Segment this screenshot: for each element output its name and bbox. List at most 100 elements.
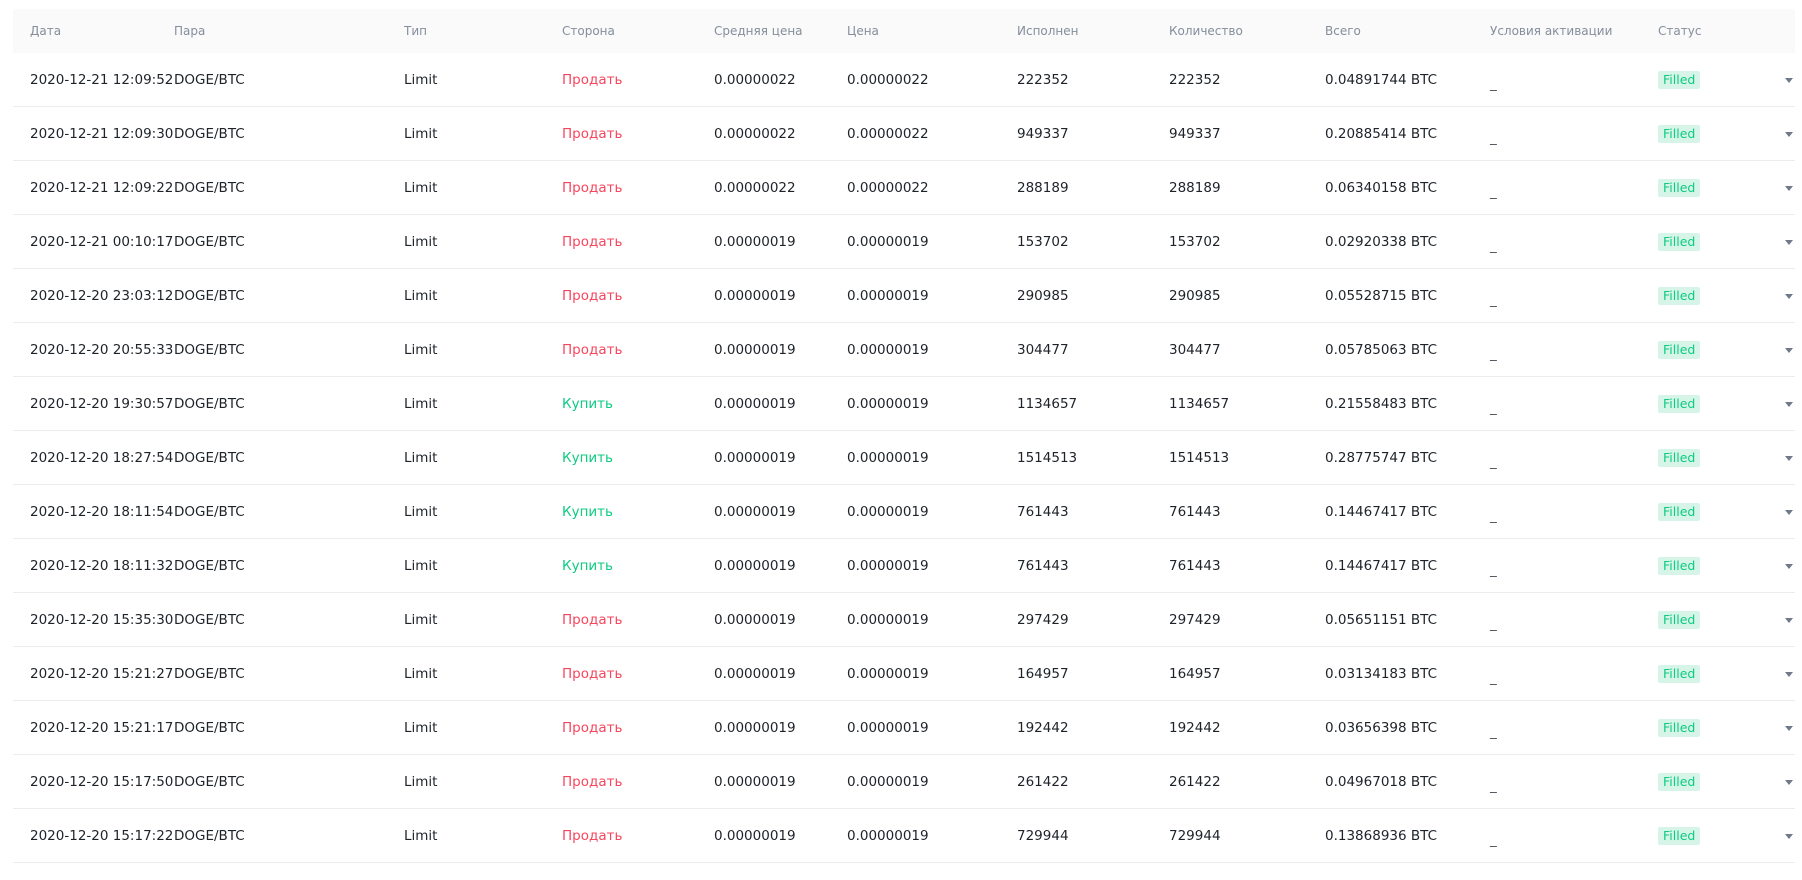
status-badge: Filled [1658,502,1701,521]
cell-amount: 288189 [1169,179,1221,196]
chevron-down-icon[interactable] [1785,456,1793,461]
cell-amount: 761443 [1169,503,1221,520]
cell-status: Filled [1658,448,1738,467]
table-row[interactable]: 2020-12-20 15:21:27 DOGE/BTC Limit Продать 0… [13,647,1795,701]
cell-total: 0.05528715 BTC [1325,287,1438,304]
chevron-down-icon[interactable] [1785,834,1793,839]
table-row[interactable]: 2020-12-21 12:09:22 DOGE/BTC Limit Продать 0… [13,161,1795,215]
cell-amount: 222352 [1169,71,1221,88]
table-row[interactable]: 2020-12-20 15:17:50 DOGE/BTC Limit Продать 0… [13,755,1795,809]
cell-expand [1738,400,1795,407]
cell-amount: 261422 [1169,773,1221,790]
cell-trigger-conditions: _ [1490,450,1658,470]
chevron-down-icon[interactable] [1785,132,1793,137]
cell-avg-price: 0.00000019 [714,665,796,682]
cell-date: 2020-12-20 20:55:33 [30,341,174,358]
table-row[interactable]: 2020-12-20 15:21:17 DOGE/BTC Limit Продать 0… [13,701,1795,755]
cell-trigger-conditions: _ [1490,72,1658,92]
cell-avg-price: 0.00000019 [714,233,796,250]
cell-status: Filled [1658,232,1738,251]
cell-avg-price: 0.00000019 [714,287,796,304]
table-row[interactable]: 2020-12-20 23:03:12 DOGE/BTC Limit Продать 0… [13,269,1795,323]
cell-side: Купить [562,449,613,466]
table-row[interactable]: 2020-12-21 00:10:17 DOGE/BTC Limit Продать 0… [13,215,1795,269]
header-date[interactable]: Дата [13,24,174,38]
table-row[interactable]: 2020-12-21 12:09:52 DOGE/BTC Limit Продать 0… [13,53,1795,107]
cell-price: 0.00000019 [847,773,929,790]
cell-total: 0.14467417 BTC [1325,557,1438,574]
cell-amount: 192442 [1169,719,1221,736]
chevron-down-icon[interactable] [1785,348,1793,353]
cell-amount: 304477 [1169,341,1221,358]
status-badge: Filled [1658,556,1701,575]
cell-total: 0.05785063 BTC [1325,341,1438,358]
status-badge: Filled [1658,718,1701,737]
cell-type: Limit [404,341,438,358]
cell-price: 0.00000019 [847,449,929,466]
cell-date: 2020-12-20 18:11:32 [30,557,174,574]
cell-status: Filled [1658,664,1738,683]
cell-expand [1738,130,1795,137]
chevron-down-icon[interactable] [1785,672,1793,677]
cell-price: 0.00000019 [847,233,929,250]
cell-side: Продать [562,71,623,88]
cell-side: Продать [562,233,623,250]
cell-pair: DOGE/BTC [174,557,245,574]
cell-avg-price: 0.00000019 [714,557,796,574]
cell-price: 0.00000019 [847,827,929,844]
cell-filled: 297429 [1017,611,1069,628]
chevron-down-icon[interactable] [1785,186,1793,191]
chevron-down-icon[interactable] [1785,510,1793,515]
chevron-down-icon[interactable] [1785,726,1793,731]
cell-price: 0.00000022 [847,71,929,88]
trigger-value: _ [1490,615,1497,632]
cell-avg-price: 0.00000019 [714,449,796,466]
cell-status: Filled [1658,502,1738,521]
cell-avg-price: 0.00000019 [714,395,796,412]
cell-avg-price: 0.00000022 [714,179,796,196]
cell-avg-price: 0.00000019 [714,503,796,520]
cell-status: Filled [1658,286,1738,305]
chevron-down-icon[interactable] [1785,294,1793,299]
cell-total: 0.06340158 BTC [1325,179,1438,196]
cell-type: Limit [404,773,438,790]
cell-trigger-conditions: _ [1490,342,1658,362]
cell-pair: DOGE/BTC [174,179,245,196]
table-row[interactable]: 2020-12-20 19:30:57 DOGE/BTC Limit Купить 0.… [13,377,1795,431]
table-row[interactable]: 2020-12-20 15:17:22 DOGE/BTC Limit Продать 0… [13,809,1795,863]
table-row[interactable]: 2020-12-20 18:27:54 DOGE/BTC Limit Купить 0.… [13,431,1795,485]
cell-filled: 761443 [1017,557,1069,574]
cell-total: 0.05651151 BTC [1325,611,1438,628]
cell-type: Limit [404,125,438,142]
status-badge: Filled [1658,826,1701,845]
cell-amount: 153702 [1169,233,1221,250]
chevron-down-icon[interactable] [1785,564,1793,569]
cell-side: Продать [562,665,623,682]
cell-type: Limit [404,557,438,574]
chevron-down-icon[interactable] [1785,402,1793,407]
table-row[interactable]: 2020-12-21 12:09:30 DOGE/BTC Limit Продать 0… [13,107,1795,161]
cell-pair: DOGE/BTC [174,611,245,628]
status-badge: Filled [1658,772,1701,791]
chevron-down-icon[interactable] [1785,240,1793,245]
table-row[interactable]: 2020-12-20 15:35:30 DOGE/BTC Limit Продать 0… [13,593,1795,647]
cell-status: Filled [1658,178,1738,197]
cell-status: Filled [1658,70,1738,89]
chevron-down-icon[interactable] [1785,78,1793,83]
trigger-value: _ [1490,723,1497,740]
table-row[interactable]: 2020-12-20 20:55:33 DOGE/BTC Limit Продать 0… [13,323,1795,377]
chevron-down-icon[interactable] [1785,780,1793,785]
table-row[interactable]: 2020-12-20 18:11:54 DOGE/BTC Limit Купить 0.… [13,485,1795,539]
status-badge: Filled [1658,124,1701,143]
table-row[interactable]: 2020-12-20 18:11:32 DOGE/BTC Limit Купить 0.… [13,539,1795,593]
trigger-value: _ [1490,183,1497,200]
cell-avg-price: 0.00000022 [714,71,796,88]
chevron-down-icon[interactable] [1785,618,1793,623]
cell-price: 0.00000019 [847,503,929,520]
trigger-value: _ [1490,777,1497,794]
header-trigger-conditions: Условия активации [1490,24,1613,38]
cell-status: Filled [1658,826,1738,845]
cell-amount: 761443 [1169,557,1221,574]
cell-side: Продать [562,827,623,844]
cell-trigger-conditions: _ [1490,126,1658,146]
